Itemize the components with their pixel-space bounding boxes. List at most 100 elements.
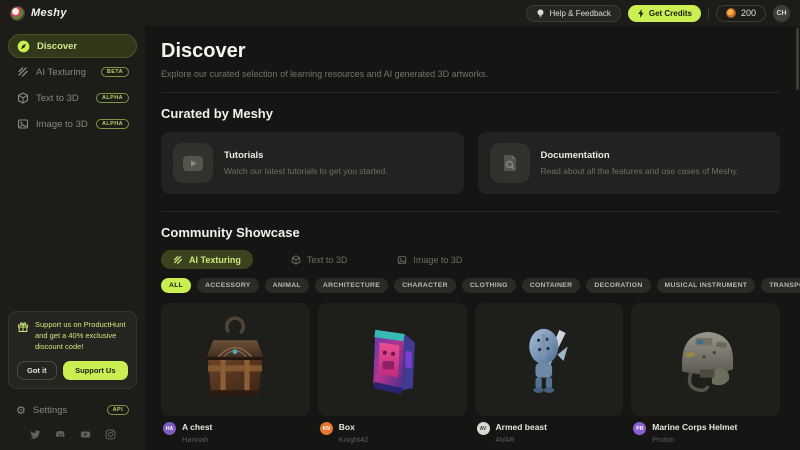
author-avatar[interactable]: HA	[163, 422, 176, 435]
author-avatar[interactable]: KN	[320, 422, 333, 435]
sidebar-item-settings[interactable]: ⚙ Settings API	[8, 399, 137, 421]
filter-chip-animal[interactable]: ANIMAL	[265, 278, 309, 293]
texture-stripes-icon	[173, 255, 183, 265]
play-video-icon	[173, 143, 213, 183]
get-credits-label: Get Credits	[649, 9, 692, 18]
user-avatar[interactable]: CH	[773, 5, 790, 22]
filter-chip-musical-instrument[interactable]: MUSICAL INSTRUMENT	[657, 278, 756, 293]
lightning-icon	[637, 9, 645, 18]
item-title: Marine Corps Helmet	[652, 422, 737, 432]
tab-image-to-3d[interactable]: Image to 3D	[385, 250, 474, 269]
topbar-actions: Help & Feedback Get Credits 200 CH	[526, 5, 790, 22]
image-icon	[16, 118, 29, 131]
author-avatar[interactable]: PR	[633, 422, 646, 435]
curated-heading: Curated by Meshy	[161, 106, 780, 121]
item-author: Knight42	[339, 435, 369, 444]
sidebar-item-label: Image to 3D	[36, 119, 89, 130]
item-author: Proton	[652, 435, 737, 444]
tutorials-title: Tutorials	[224, 150, 388, 161]
divider	[161, 211, 780, 212]
got-it-button[interactable]: Got it	[17, 361, 57, 380]
discover-compass-icon	[17, 40, 30, 53]
document-search-icon	[490, 143, 530, 183]
filter-chip-container[interactable]: CONTAINER	[522, 278, 581, 293]
filter-chip-clothing[interactable]: CLOTHING	[462, 278, 516, 293]
filter-chip-transportation[interactable]: TRANSPORTATION	[761, 278, 800, 293]
tab-ai-texturing[interactable]: AI Texturing	[161, 250, 253, 269]
showcase-item-armed-beast[interactable]: AV Armed beast AVAR	[475, 303, 624, 444]
curated-cards: Tutorials Watch our latest tutorials to …	[161, 132, 780, 194]
author-avatar[interactable]: AV	[477, 422, 490, 435]
sidebar: Discover AI Texturing BETA Text to 3D AL…	[0, 26, 145, 450]
alpha-badge: ALPHA	[96, 119, 129, 129]
sidebar-item-ai-texturing[interactable]: AI Texturing BETA	[8, 60, 137, 84]
category-filters: ALL ACCESSORY ANIMAL ARCHITECTURE CHARAC…	[161, 278, 780, 293]
sidebar-item-discover[interactable]: Discover	[8, 34, 137, 58]
credits-count: 200	[741, 8, 756, 18]
beta-badge: BETA	[101, 67, 129, 77]
texture-stripes-icon	[16, 66, 29, 79]
support-promo-text: Support us on ProductHunt and get a 40% …	[35, 320, 128, 353]
scrollbar[interactable]	[796, 28, 799, 90]
api-badge: API	[107, 405, 129, 415]
showcase-item-marine-helmet[interactable]: PR Marine Corps Helmet Proton	[631, 303, 780, 444]
sidebar-item-image-to-3d[interactable]: Image to 3D ALPHA	[8, 112, 137, 136]
twitter-icon[interactable]	[30, 429, 41, 440]
model-thumbnail-armed-beast	[475, 303, 624, 416]
brand[interactable]: Meshy	[10, 6, 67, 21]
get-credits-button[interactable]: Get Credits	[628, 5, 701, 22]
filter-chip-character[interactable]: CHARACTER	[394, 278, 456, 293]
sidebar-item-label: Text to 3D	[36, 93, 89, 104]
settings-label: Settings	[33, 405, 100, 416]
sidebar-item-text-to-3d[interactable]: Text to 3D ALPHA	[8, 86, 137, 110]
documentation-description: Read about all the features and use case…	[541, 166, 739, 176]
tutorials-card[interactable]: Tutorials Watch our latest tutorials to …	[161, 132, 464, 194]
gift-icon	[17, 321, 29, 333]
sidebar-item-label: AI Texturing	[36, 67, 94, 78]
page-title: Discover	[161, 40, 780, 63]
support-us-button[interactable]: Support Us	[63, 361, 128, 380]
page-subtitle: Explore our curated selection of learnin…	[161, 69, 780, 79]
meshy-app-window: Meshy Help & Feedback Get Credits 200 CH	[0, 0, 800, 450]
showcase-item-chest[interactable]: HA A chest Hannah	[161, 303, 310, 444]
tutorials-description: Watch our latest tutorials to get you st…	[224, 166, 388, 176]
filter-chip-architecture[interactable]: ARCHITECTURE	[315, 278, 388, 293]
divider	[161, 92, 780, 93]
lightbulb-icon	[536, 9, 545, 18]
showcase-item-meta: PR Marine Corps Helmet Proton	[631, 422, 780, 444]
gear-icon: ⚙	[16, 405, 26, 416]
documentation-title: Documentation	[541, 150, 739, 161]
sidebar-item-label: Discover	[37, 41, 128, 52]
brand-name: Meshy	[31, 7, 67, 19]
sidebar-spacer	[8, 138, 137, 311]
meshy-logo-icon	[10, 6, 25, 21]
tab-label: AI Texturing	[189, 255, 241, 265]
showcase-item-meta: KN Box Knight42	[318, 422, 467, 444]
filter-chip-decoration[interactable]: DECORATION	[586, 278, 650, 293]
help-feedback-button[interactable]: Help & Feedback	[526, 5, 620, 22]
social-links	[8, 421, 137, 444]
tab-text-to-3d[interactable]: Text to 3D	[279, 250, 360, 269]
showcase-item-meta: HA A chest Hannah	[161, 422, 310, 444]
help-feedback-label: Help & Feedback	[549, 9, 610, 18]
topbar-separator	[708, 7, 709, 19]
showcase-grid: HA A chest Hannah	[161, 303, 780, 444]
filter-chip-all[interactable]: ALL	[161, 278, 191, 293]
discord-icon[interactable]	[55, 429, 66, 440]
youtube-icon[interactable]	[80, 429, 91, 440]
filter-chip-accessory[interactable]: ACCESSORY	[197, 278, 259, 293]
credits-balance[interactable]: 200	[716, 5, 766, 22]
showcase-tabs: AI Texturing Text to 3D Image to 3D	[161, 250, 780, 269]
support-promo-card: Support us on ProductHunt and get a 40% …	[8, 311, 137, 389]
model-thumbnail-chest	[161, 303, 310, 416]
tab-label: Text to 3D	[307, 255, 348, 265]
documentation-card[interactable]: Documentation Read about all the feature…	[478, 132, 781, 194]
item-title: Armed beast	[496, 422, 548, 432]
coin-icon	[726, 8, 736, 18]
instagram-icon[interactable]	[105, 429, 116, 440]
item-title: A chest	[182, 422, 212, 432]
image-icon	[397, 255, 407, 265]
alpha-badge: ALPHA	[96, 93, 129, 103]
showcase-item-box[interactable]: KN Box Knight42	[318, 303, 467, 444]
showcase-heading: Community Showcase	[161, 225, 780, 240]
